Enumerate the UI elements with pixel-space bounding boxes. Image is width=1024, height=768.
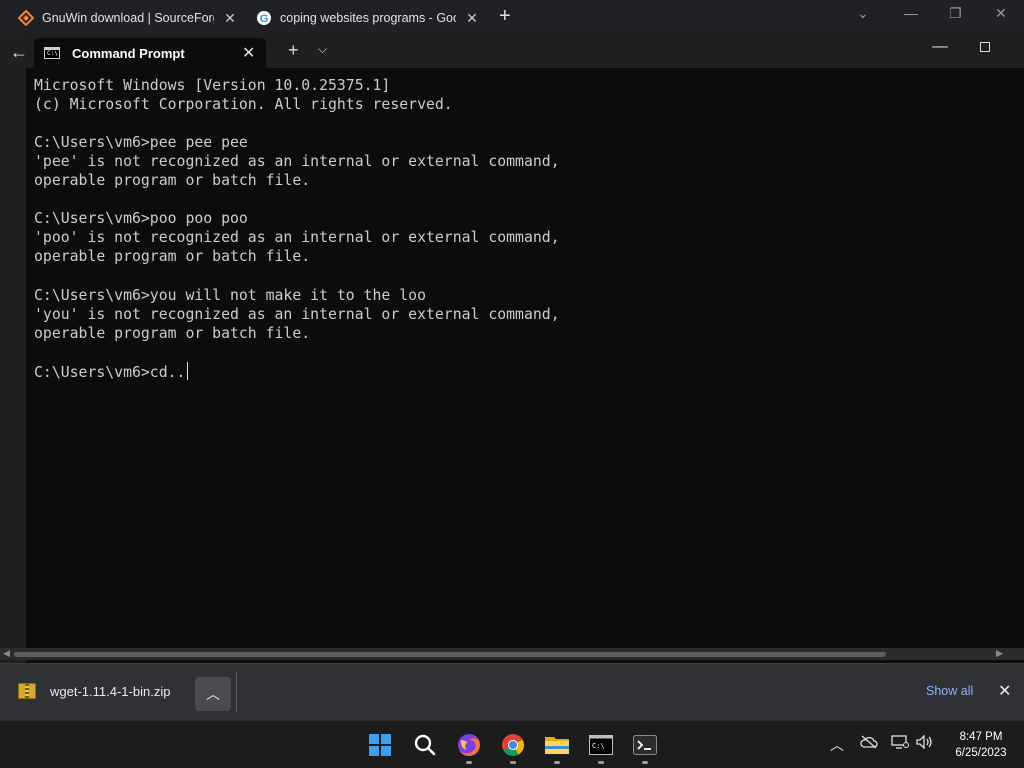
close-download-bar-icon[interactable]: ✕ xyxy=(998,681,1011,701)
terminal-line: 'you' is not recognized as an internal o… xyxy=(34,305,560,323)
zip-file-icon xyxy=(18,683,36,699)
running-indicator xyxy=(510,761,516,764)
new-tab-button[interactable]: + xyxy=(499,6,511,26)
browser-tab-title: coping websites programs - Goo xyxy=(280,11,456,25)
download-bar: wget-1.11.4-1-bin.zip ︿ Show all ✕ xyxy=(0,663,1024,720)
search-icon[interactable] xyxy=(411,731,439,759)
show-hidden-icons-chevron-icon[interactable]: ︿ xyxy=(830,735,844,755)
close-tab-icon[interactable]: ✕ xyxy=(242,43,255,63)
download-item[interactable]: wget-1.11.4-1-bin.zip xyxy=(18,683,170,699)
terminal-minimize-icon[interactable]: — xyxy=(932,38,948,56)
google-icon: G xyxy=(256,10,272,26)
svg-text:C:\: C:\ xyxy=(592,742,605,750)
tab-dropdown-chevron-icon[interactable]: ⌵ xyxy=(318,42,327,57)
start-icon[interactable] xyxy=(366,731,394,759)
clock-time: 8:47 PM xyxy=(959,731,1003,743)
tab-search-icon[interactable]: ⌄ xyxy=(857,5,869,22)
scroll-left-arrow-icon[interactable]: ◀ xyxy=(3,648,10,659)
terminal-line: operable program or batch file. xyxy=(34,248,311,266)
terminal-line: (c) Microsoft Corporation. All rights re… xyxy=(34,96,453,114)
terminal-output[interactable]: Microsoft Windows [Version 10.0.25375.1]… xyxy=(34,76,1014,646)
close-tab-icon[interactable]: ✕ xyxy=(222,10,238,27)
download-options-chevron-up-icon[interactable]: ︿ xyxy=(195,677,231,711)
file-explorer-icon[interactable] xyxy=(543,731,571,759)
terminal-line: 'pee' is not recognized as an internal o… xyxy=(34,153,560,171)
taskbar: C:\ ︿ 8:47 PM 6/25/2023 xyxy=(0,720,1024,768)
terminal-line: Microsoft Windows [Version 10.0.25375.1] xyxy=(34,77,391,94)
minimize-icon[interactable]: — xyxy=(904,5,918,21)
terminal-line: 'poo' is not recognized as an internal o… xyxy=(34,229,560,247)
running-indicator xyxy=(642,761,648,764)
clock-date: 6/25/2023 xyxy=(955,747,1007,759)
terminal-line: C:\Users\vm6>pee pee pee xyxy=(34,134,248,152)
svg-text:G: G xyxy=(260,13,269,25)
terminal-titlebar: C:\ Command Prompt ✕ + ⌵ — xyxy=(26,34,1024,68)
running-indicator xyxy=(598,761,604,764)
command-prompt-icon[interactable]: C:\ xyxy=(587,731,615,759)
command-prompt-icon: C:\ xyxy=(44,47,60,59)
browser-tab-google[interactable]: G coping websites programs - Goo ✕ xyxy=(256,4,482,32)
terminal-window: C:\ Command Prompt ✕ + ⌵ — Microsoft Win… xyxy=(26,34,1024,664)
terminal-prompt-line[interactable]: C:\Users\vm6>cd.. xyxy=(34,361,1014,382)
restore-icon[interactable]: ❐ xyxy=(949,5,962,22)
close-tab-icon[interactable]: ✕ xyxy=(464,10,480,27)
download-file-name: wget-1.11.4-1-bin.zip xyxy=(50,683,171,699)
terminal-current-input: C:\Users\vm6>cd.. xyxy=(34,363,186,381)
browser-tab-strip: GnuWin download | SourceForge ✕ G coping… xyxy=(0,0,1024,34)
terminal-tab-title: Command Prompt xyxy=(72,45,185,61)
network-icon[interactable] xyxy=(891,735,909,752)
terminal-tab-command-prompt[interactable]: C:\ Command Prompt ✕ xyxy=(34,38,266,68)
terminal-line: operable program or batch file. xyxy=(34,324,311,342)
browser-tab-sourceforge[interactable]: GnuWin download | SourceForge ✕ xyxy=(18,4,240,32)
close-window-icon[interactable]: ✕ xyxy=(995,5,1007,22)
scrollbar-thumb[interactable] xyxy=(14,652,886,657)
new-terminal-tab-button[interactable]: + xyxy=(288,40,299,61)
terminal-line: C:\Users\vm6>poo poo poo xyxy=(34,210,248,228)
show-all-downloads-link[interactable]: Show all xyxy=(926,684,973,698)
cloud-offline-icon[interactable] xyxy=(860,735,878,752)
running-indicator xyxy=(554,761,560,764)
chrome-icon[interactable] xyxy=(499,731,527,759)
terminal-line: operable program or batch file. xyxy=(34,172,311,190)
terminal-maximize-icon[interactable] xyxy=(980,42,990,52)
running-indicator xyxy=(466,761,472,764)
scroll-right-arrow-icon[interactable]: ▶ xyxy=(996,648,1003,659)
terminal-line: C:\Users\vm6>you will not make it to the… xyxy=(34,286,426,304)
sourceforge-icon xyxy=(18,10,34,26)
volume-icon[interactable] xyxy=(916,734,934,752)
firefox-icon[interactable] xyxy=(455,731,483,759)
taskbar-clock[interactable]: 8:47 PM 6/25/2023 xyxy=(946,729,1016,761)
divider xyxy=(236,672,237,712)
browser-tab-title: GnuWin download | SourceForge xyxy=(42,11,214,25)
horizontal-scrollbar[interactable]: ◀ ▶ xyxy=(0,648,1024,660)
terminal-icon[interactable] xyxy=(631,731,659,759)
text-cursor xyxy=(187,361,189,380)
